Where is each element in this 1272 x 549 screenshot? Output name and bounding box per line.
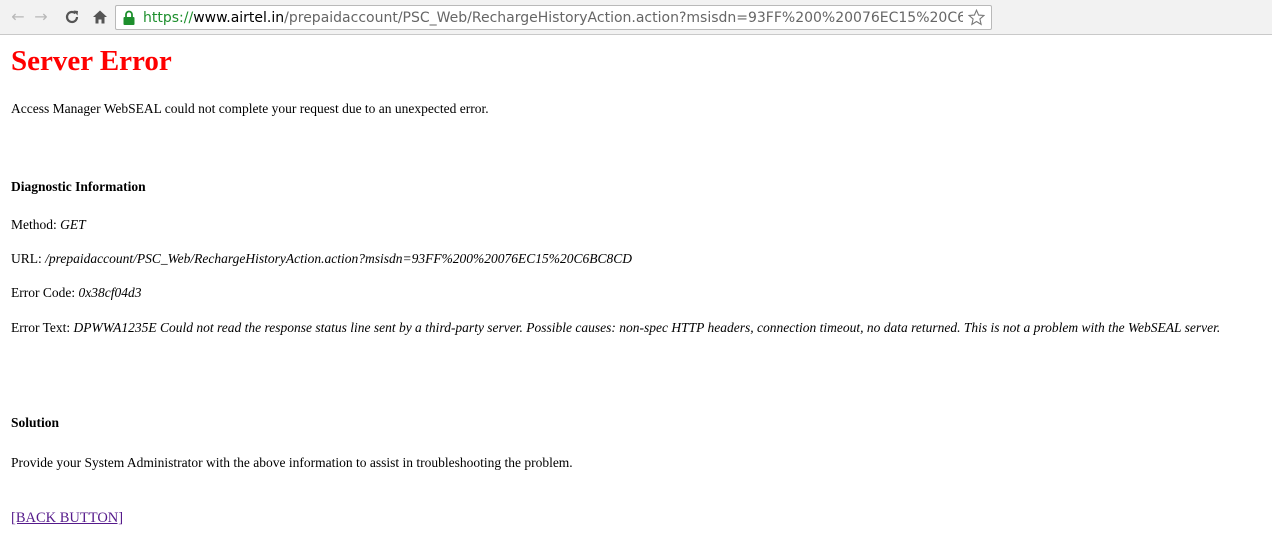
url-row: URL: /prepaidaccount/PSC_Web/RechargeHis… <box>11 250 632 267</box>
solution-heading: Solution <box>11 415 60 430</box>
star-icon[interactable] <box>967 8 986 26</box>
error-text-label: Error Text: <box>11 320 71 335</box>
browser-toolbar: ← → https://www.airtel.in/prepaidaccount… <box>0 0 1272 35</box>
error-code-label: Error Code: <box>11 285 76 300</box>
solution-text: Provide your System Administrator with t… <box>11 455 573 470</box>
url-scheme: https:// <box>143 10 194 26</box>
reload-icon[interactable] <box>62 7 82 27</box>
method-label: Method: <box>11 217 57 232</box>
method-value: GET <box>60 217 86 232</box>
diagnostic-heading: Diagnostic Information <box>11 179 146 194</box>
error-code-row: Error Code: 0x38cf04d3 <box>11 284 141 301</box>
intro-text: Access Manager WebSEAL could not complet… <box>11 101 489 116</box>
address-bar[interactable]: https://www.airtel.in/prepaidaccount/PSC… <box>115 5 992 30</box>
page-title: Server Error <box>11 45 172 77</box>
method-row: Method: GET <box>11 216 86 233</box>
error-text-row: Error Text: DPWWA1235E Could not read th… <box>11 319 1266 336</box>
back-button-link[interactable]: [BACK BUTTON] <box>11 510 123 526</box>
error-code-value: 0x38cf04d3 <box>78 285 142 300</box>
url-value: /prepaidaccount/PSC_Web/RechargeHistoryA… <box>45 251 633 266</box>
home-icon[interactable] <box>90 7 110 27</box>
url-label: URL: <box>11 251 42 266</box>
back-button-row: [BACK BUTTON] <box>11 510 123 527</box>
back-arrow-icon[interactable]: ← <box>8 7 28 27</box>
forward-arrow-icon[interactable]: → <box>31 7 51 27</box>
url-text[interactable]: https://www.airtel.in/prepaidaccount/PSC… <box>143 9 963 27</box>
error-text-value: DPWWA1235E Could not read the response s… <box>73 320 1221 335</box>
url-host: www.airtel.in <box>193 10 285 26</box>
url-path: /prepaidaccount/PSC_Web/RechargeHistoryA… <box>284 10 963 26</box>
lock-icon <box>122 10 136 26</box>
